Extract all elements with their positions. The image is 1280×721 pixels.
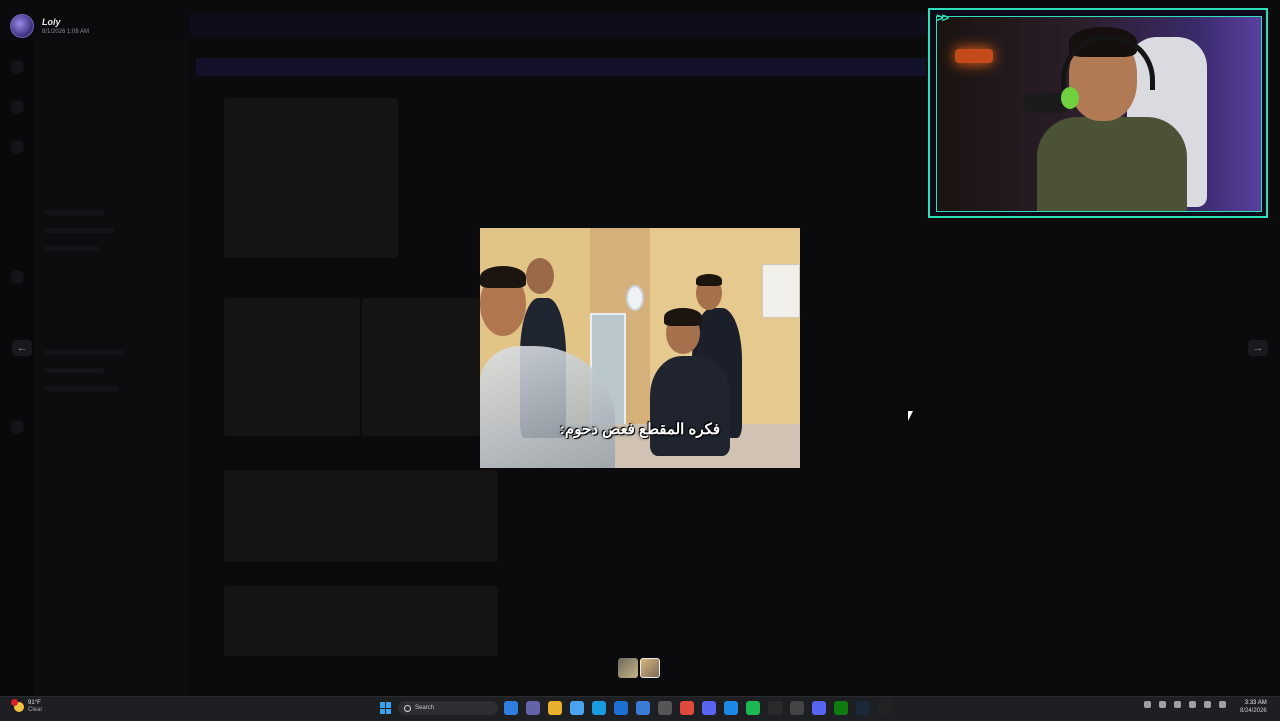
dimmed-channel [44, 386, 119, 391]
app-icon[interactable] [658, 701, 672, 715]
battery-icon[interactable] [1189, 701, 1196, 708]
search-icon [404, 704, 411, 712]
media-thumbnail-strip [618, 658, 660, 678]
chrome-icon[interactable] [680, 701, 694, 715]
next-media-button[interactable]: → [1248, 340, 1268, 356]
message-timestamp: 8/1/2026 1:08 AM [42, 29, 90, 35]
chatgpt-icon[interactable] [768, 701, 782, 715]
author-name[interactable]: Loly [42, 17, 89, 27]
dimmed-banner [196, 58, 926, 76]
dimmed-server-icon [10, 100, 24, 114]
media-thumbnail-active[interactable] [640, 658, 660, 678]
system-tray [1144, 701, 1226, 708]
start-button[interactable] [380, 702, 392, 714]
windows-taskbar: 91°F Clear Search 3:33 AM 8/24/2026 [0, 696, 1280, 721]
webcam-feed [936, 16, 1262, 212]
scene-hair [664, 308, 702, 326]
clock-time: 3:33 AM [1244, 700, 1267, 706]
scene-person-center [650, 356, 730, 456]
arrow-right-icon: → [1252, 342, 1264, 354]
avatar[interactable] [10, 14, 34, 38]
xbox-icon[interactable] [834, 701, 848, 715]
clock-date: 8/24/2026 [1240, 708, 1267, 714]
webcam-ambient-light [955, 49, 993, 63]
taskbar-search[interactable]: Search [398, 701, 498, 715]
dimmed-channel [44, 350, 124, 355]
taskbar-center: Search [380, 701, 892, 715]
network-icon[interactable] [1159, 701, 1166, 708]
search-label: Search [415, 705, 435, 711]
webcam-streamer-body [1037, 117, 1187, 211]
streamer-webcam-overlay: >> [928, 8, 1268, 218]
dimmed-server-icon [10, 140, 24, 154]
scene-hair [696, 274, 722, 286]
notification-badge [11, 699, 18, 706]
dimmed-server-icon [10, 60, 24, 74]
dimmed-channel [44, 210, 104, 215]
teams-icon[interactable] [526, 701, 540, 715]
dimmed-attachment [224, 470, 498, 562]
chevron-up-icon[interactable] [1144, 701, 1151, 708]
file-explorer-icon[interactable] [504, 701, 518, 715]
dimmed-attachment [224, 298, 360, 436]
scene-head [526, 258, 554, 294]
sound-icon[interactable] [1174, 701, 1181, 708]
store-icon[interactable] [636, 701, 650, 715]
dimmed-server-icon [10, 420, 24, 434]
mouse-cursor-icon [908, 411, 913, 421]
dimmed-channel [44, 246, 99, 251]
weather-temperature: 91°F [28, 700, 41, 706]
dimmed-channel [44, 228, 114, 233]
outlook-icon[interactable] [614, 701, 628, 715]
dimmed-channel [44, 368, 104, 373]
dimmed-attachment [224, 98, 398, 258]
copilot-icon[interactable] [570, 701, 584, 715]
steam-icon[interactable] [856, 701, 870, 715]
dimmed-server-list [0, 40, 34, 696]
edge-icon[interactable] [592, 701, 606, 715]
dimmed-attachment [224, 586, 498, 656]
sun-icon [11, 699, 24, 712]
pinned-apps [504, 701, 892, 715]
webcam-chevron-mark: >> [936, 10, 949, 25]
dimmed-topbar [190, 14, 926, 36]
notification-icon[interactable] [1219, 701, 1226, 708]
weather-widget[interactable]: 91°F Clear [11, 699, 43, 714]
discord-icon[interactable] [702, 701, 716, 715]
spotify-icon[interactable] [746, 701, 760, 715]
webcam-toy [1061, 87, 1079, 109]
arrow-left-icon: ← [16, 342, 28, 354]
taskbar-clock[interactable]: 3:33 AM 8/24/2026 [1240, 699, 1267, 715]
settings-icon[interactable] [790, 701, 804, 715]
dimmed-attachment [362, 298, 480, 436]
previous-media-button[interactable]: ← [12, 340, 32, 356]
folder-icon[interactable] [548, 701, 562, 715]
dimmed-server-icon [10, 270, 24, 284]
scene-cabinet [762, 264, 800, 318]
scene-hair [480, 266, 526, 288]
weather-condition: Clear [28, 707, 43, 713]
scene-mirror [626, 285, 644, 311]
language-icon[interactable] [1204, 701, 1211, 708]
discord-2-icon[interactable] [812, 701, 826, 715]
media-thumbnail[interactable] [618, 658, 638, 678]
video-caption: فكره المقطع فعص دحوم: [559, 421, 721, 438]
messenger-icon[interactable] [724, 701, 738, 715]
media-viewer-header: Loly 8/1/2026 1:08 AM [10, 14, 89, 38]
media-preview-image[interactable]: فكره المقطع فعص دحوم: [480, 228, 800, 468]
terminal-icon[interactable] [878, 701, 892, 715]
